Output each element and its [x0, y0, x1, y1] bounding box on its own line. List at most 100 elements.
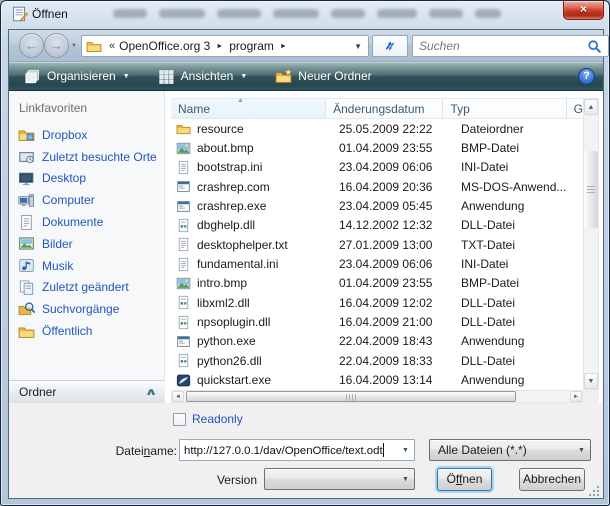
address-dropdown-icon[interactable]: ▼ — [351, 42, 365, 51]
history-dropdown-icon[interactable]: ▼ — [71, 43, 77, 49]
background-menu-blur — [429, 9, 463, 18]
sidebar-item-computer[interactable]: Computer — [9, 189, 165, 211]
views-button[interactable]: Ansichten ▼ — [151, 65, 255, 88]
breadcrumb-overflow-chevron[interactable]: « — [109, 40, 115, 52]
folders-expander[interactable]: Ordner ∧ — [9, 380, 165, 403]
new-folder-label: Neuer Ordner — [298, 69, 371, 83]
file-row[interactable]: npsoplugin.dll16.04.2009 21:00DLL-Datei — [171, 312, 583, 331]
readonly-checkbox[interactable] — [173, 413, 186, 426]
help-button[interactable]: ? — [578, 68, 595, 85]
search-placeholder: Suchen — [419, 39, 587, 53]
breadcrumb-item[interactable]: OpenOffice.org 3 — [119, 39, 210, 53]
app-file-icon — [176, 179, 191, 194]
column-header-size[interactable]: G — [567, 99, 583, 118]
sidebar-item-bilder[interactable]: Bilder — [9, 233, 165, 255]
scroll-left-icon[interactable]: ◄ — [172, 391, 184, 402]
chevron-up-icon: ∧ — [144, 387, 157, 398]
breadcrumb[interactable]: « OpenOffice.org 3 ► program ► ▼ — [81, 35, 369, 57]
background-menu-blur — [159, 9, 205, 18]
forward-button[interactable]: → — [44, 33, 69, 58]
column-header-name[interactable]: Name ▲ — [171, 99, 326, 118]
sidebar-item-desktop[interactable]: Desktop — [9, 168, 165, 190]
sidebar-items: DropboxZuletzt besuchte OrteDesktop Compu… — [9, 124, 165, 342]
file-type: Dateiordner — [452, 122, 579, 136]
close-button[interactable]: × — [563, 1, 604, 20]
breadcrumb-separator-icon[interactable]: ► — [216, 43, 223, 50]
recent-changed-icon — [18, 279, 35, 296]
file-date: 01.04.2009 23:55 — [331, 276, 452, 290]
scroll-up-icon[interactable]: ▲ — [584, 99, 598, 115]
folder-public-icon — [18, 323, 35, 340]
filename-input[interactable]: http://127.0.0.1/dav/OpenOffice/text.odt… — [179, 439, 415, 461]
file-row[interactable]: intro.bmp01.04.2009 23:55BMP-Datei — [171, 274, 583, 293]
file-row[interactable]: python.exe22.04.2009 18:43Anwendung — [171, 332, 583, 351]
organize-button[interactable]: Organisieren ▼ — [17, 65, 137, 88]
titlebar[interactable]: Öffnen × — [1, 1, 610, 29]
version-dropdown-icon: ▼ — [397, 476, 414, 483]
file-row[interactable]: fundamental.ini23.04.2009 06:06INI-Datei — [171, 254, 583, 273]
desktop-icon — [18, 170, 35, 187]
file-row[interactable]: quickstart.exe16.04.2009 13:14Anwendung — [171, 370, 583, 389]
column-header-date[interactable]: Änderungsdatum — [326, 99, 443, 118]
thumb-grip — [346, 394, 356, 401]
organize-icon — [24, 68, 41, 85]
file-name: intro.bmp — [197, 276, 247, 290]
horizontal-scrollbar-thumb[interactable] — [186, 391, 516, 402]
dll-file-icon — [176, 315, 191, 330]
column-header-type[interactable]: Typ — [443, 99, 566, 118]
sidebar-item-suchvorg-nge[interactable]: Suchvorgänge — [9, 298, 165, 320]
file-row[interactable]: crashrep.com16.04.2009 20:36MS-DOS-Anwen… — [171, 177, 583, 196]
file-date: 27.01.2009 13:00 — [331, 238, 452, 252]
sort-ascending-icon: ▲ — [237, 97, 244, 104]
file-row[interactable]: desktophelper.txt27.01.2009 13:00TXT-Dat… — [171, 235, 583, 254]
sidebar-item-dropbox[interactable]: Dropbox — [9, 124, 165, 146]
search-input[interactable]: Suchen — [412, 35, 609, 57]
file-date: 22.04.2009 18:33 — [331, 354, 452, 368]
sidebar-item-zuletzt-ge-ndert[interactable]: Zuletzt geändert — [9, 277, 165, 299]
sidebar-item-label: Suchvorgänge — [42, 302, 119, 316]
file-row[interactable]: dbghelp.dll14.12.2002 12:32DLL-Datei — [171, 216, 583, 235]
file-row[interactable]: resource25.05.2009 22:22Dateiordner — [171, 119, 583, 138]
scrollbar-corner — [583, 390, 599, 403]
favorites-sidebar: Linkfavoriten DropboxZuletzt besuchte Or… — [9, 91, 165, 403]
chevron-down-icon: ▼ — [240, 73, 247, 80]
dll-file-icon — [176, 353, 191, 368]
refresh-button[interactable] — [372, 35, 408, 57]
file-date: 14.12.2002 12:32 — [331, 218, 452, 232]
sidebar-item-dokumente[interactable]: Dokumente — [9, 211, 165, 233]
new-folder-button[interactable]: Neuer Ordner — [268, 65, 378, 88]
horizontal-scrollbar[interactable]: ◄ ► — [171, 390, 583, 403]
version-select[interactable]: ▼ — [264, 468, 415, 490]
file-date: 23.04.2009 05:45 — [331, 199, 452, 213]
filename-value: http://127.0.0.1/dav/OpenOffice/text.odt — [184, 445, 383, 457]
open-button[interactable]: Öffnen — [437, 468, 492, 491]
file-type: DLL-Datei — [452, 218, 579, 232]
back-button[interactable]: ← — [19, 33, 44, 58]
file-row[interactable]: libxml2.dll16.04.2009 12:02DLL-Datei — [171, 293, 583, 312]
breadcrumb-item[interactable]: program — [229, 39, 274, 53]
cancel-button[interactable]: Abbrechen — [519, 468, 585, 491]
filename-dropdown-icon[interactable]: ▼ — [397, 447, 414, 454]
sidebar-item-label: Computer — [42, 193, 95, 207]
file-row[interactable]: about.bmp01.04.2009 23:55BMP-Datei — [171, 138, 583, 157]
breadcrumb-separator-icon[interactable]: ► — [280, 43, 287, 50]
file-row[interactable]: crashrep.exe23.04.2009 05:45Anwendung — [171, 196, 583, 215]
folder-dropbox-icon — [18, 126, 35, 143]
vertical-scrollbar-thumb[interactable] — [584, 151, 598, 228]
sidebar-item-musik[interactable]: Musik — [9, 255, 165, 277]
file-name: quickstart.exe — [197, 373, 271, 387]
file-row[interactable]: bootstrap.ini23.04.2009 06:06INI-Datei — [171, 158, 583, 177]
sidebar-item--ffentlich[interactable]: Öffentlich — [9, 320, 165, 342]
organize-label: Organisieren — [47, 69, 116, 83]
filetype-select[interactable]: Alle Dateien (*.*) ▼ — [429, 439, 591, 461]
file-row[interactable]: python26.dll22.04.2009 18:33DLL-Datei — [171, 351, 583, 370]
scroll-down-icon[interactable]: ▼ — [584, 373, 598, 389]
scroll-right-icon[interactable]: ► — [570, 391, 582, 402]
main-area: Linkfavoriten DropboxZuletzt besuchte Or… — [9, 91, 603, 403]
file-date: 23.04.2009 06:06 — [331, 257, 452, 271]
sidebar-item-zuletzt-besuchte-orte[interactable]: Zuletzt besuchte Orte — [9, 146, 165, 168]
views-icon — [158, 68, 175, 85]
file-date: 01.04.2009 23:55 — [331, 141, 452, 155]
resize-grip-icon[interactable] — [589, 485, 600, 496]
vertical-scrollbar[interactable]: ▲ ▼ — [583, 98, 599, 390]
